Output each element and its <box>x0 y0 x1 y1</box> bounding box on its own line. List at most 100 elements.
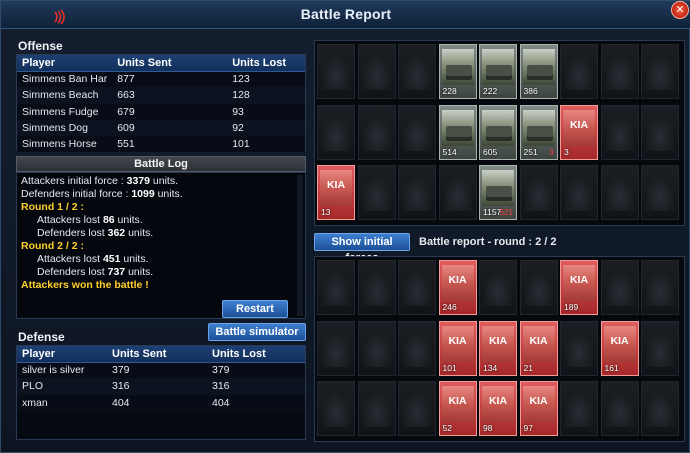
log-r1-defenders: Defenders lost 362 units. <box>37 227 154 239</box>
offense-cell-player: Simmens Dog <box>17 119 113 137</box>
defense-cell-player: xman <box>17 394 107 411</box>
unit-slot-kia[interactable]: KIA 52 <box>438 381 477 436</box>
unit-slot-empty <box>357 104 396 160</box>
defense-cell-player: PLO <box>17 378 107 395</box>
unit-slot[interactable]: 222 <box>479 44 517 99</box>
unit-slot[interactable]: 251 3 <box>519 104 558 160</box>
unit-slot-empty <box>357 165 396 220</box>
offense-col-player: Player <box>17 55 113 72</box>
soldier-silhouette-icon <box>646 176 674 211</box>
log-attackers-initial: Attackers initial force : 3379 units. <box>21 175 178 187</box>
unit-slot-empty <box>357 260 396 315</box>
unit-slot-empty <box>560 320 598 376</box>
unit-slot-kia[interactable]: KIA 134 <box>479 320 517 376</box>
offense-row: Simmens Fudge 679 93 <box>17 103 305 120</box>
unit-slot-empty <box>600 44 639 99</box>
unit-slot[interactable]: 386 <box>519 44 558 99</box>
unit-slot-empty <box>600 381 639 436</box>
log-r2-defenders: Defenders lost 737 units. <box>37 266 154 278</box>
unit-slot-empty <box>317 104 355 160</box>
unit-count: 222 <box>483 86 498 96</box>
defense-cell-player: silver is silver <box>17 362 107 379</box>
unit-slot-kia[interactable]: KIA 101 <box>438 320 477 376</box>
unit-slot-kia[interactable]: KIA 97 <box>519 381 558 436</box>
unit-slot-kia[interactable]: KIA 13 <box>317 165 355 220</box>
soldier-silhouette-icon <box>646 271 674 306</box>
unit-slot-empty <box>641 104 679 160</box>
soldier-silhouette-icon <box>362 392 391 427</box>
unit-slot-empty <box>317 44 355 99</box>
defense-cell-units-lost: 404 <box>207 394 305 411</box>
soldier-silhouette-icon <box>646 331 674 367</box>
unit-count: 98 <box>483 423 493 433</box>
window-title: Battle Report <box>300 6 392 22</box>
soldier-silhouette-icon <box>605 176 634 211</box>
offense-row: Simmens Horse 551 101 <box>17 136 305 153</box>
unit-slot-empty <box>641 320 679 376</box>
unit-count: 52 <box>442 423 452 433</box>
unit-slot-empty <box>641 44 679 99</box>
defense-col-sent: Units Sent <box>107 346 207 363</box>
unit-slot-empty <box>641 381 679 436</box>
offense-cell-player: Simmens Horse <box>17 136 113 153</box>
battle-simulator-button[interactable]: Battle simulator <box>208 323 306 341</box>
unit-slot-empty <box>560 165 598 220</box>
unit-slot-empty <box>560 381 598 436</box>
battle-log-header: Battle Log <box>16 156 306 172</box>
restart-button[interactable]: Restart <box>222 300 288 318</box>
log-r2-attackers: Attackers lost 451 units. <box>37 253 149 265</box>
soldier-silhouette-icon <box>605 392 634 427</box>
unit-count: 386 <box>523 86 538 96</box>
unit-slot-empty <box>317 320 355 376</box>
tank-icon <box>526 65 553 76</box>
unit-count: 97 <box>523 423 533 433</box>
unit-lost-count: 521 <box>499 208 513 217</box>
offense-cell-units-lost: 128 <box>227 87 305 104</box>
log-round-2: Round 2 / 2 : <box>21 240 84 252</box>
unit-count: 251 <box>523 146 538 157</box>
attacker-unit-grid: 228 222 386 514 605 251 3 KIA 3 KIA 13 1157 521 <box>314 40 685 226</box>
soldier-silhouette-icon <box>443 176 472 211</box>
round-label: Battle report - round : 2 / 2 <box>419 236 557 248</box>
offense-col-lost: Units Lost <box>227 55 305 72</box>
soldier-silhouette-icon <box>565 176 593 211</box>
unit-count: 21 <box>523 362 533 373</box>
kia-label: KIA <box>610 334 629 347</box>
offense-cell-player: Simmens Ban Har <box>17 71 113 88</box>
unit-slot[interactable]: 228 <box>438 44 477 99</box>
unit-slot[interactable]: 514 <box>438 104 477 160</box>
kia-label: KIA <box>569 118 589 131</box>
close-button[interactable]: ✕ <box>671 1 689 19</box>
defense-title: Defense <box>18 330 65 344</box>
kia-label: KIA <box>569 274 589 286</box>
unit-slot-kia[interactable]: KIA 161 <box>600 320 639 376</box>
soldier-silhouette-icon <box>403 176 431 211</box>
defense-row: silver is silver 379 379 <box>17 362 305 379</box>
show-initial-forces-button[interactable]: Show initial forces <box>314 233 410 264</box>
unit-count: 13 <box>321 207 331 217</box>
soldier-silhouette-icon <box>605 271 634 306</box>
tank-icon <box>445 125 472 137</box>
kia-label: KIA <box>488 395 508 407</box>
unit-slot-kia[interactable]: KIA 189 <box>560 260 598 315</box>
soldier-silhouette-icon <box>403 392 431 427</box>
unit-slot-kia[interactable]: KIA 98 <box>479 381 517 436</box>
unit-slot-empty <box>398 320 436 376</box>
offense-cell-units-sent: 609 <box>112 119 228 137</box>
offense-row: Simmens Dog 609 92 <box>17 119 305 137</box>
title-bar: Battle Report ✕ <box>1 1 690 29</box>
unit-slot-kia[interactable]: KIA 246 <box>438 260 477 315</box>
defense-col-lost: Units Lost <box>207 346 305 363</box>
unit-count: 228 <box>442 86 457 96</box>
defense-col-player: Player <box>17 346 107 363</box>
unit-slot-kia[interactable]: KIA 21 <box>519 320 558 376</box>
battle-log-scrollbar[interactable] <box>297 175 303 316</box>
unit-slot-kia[interactable]: KIA 3 <box>560 104 598 160</box>
unit-slot[interactable]: 1157 521 <box>479 165 517 220</box>
offense-cell-units-sent: 551 <box>112 136 228 153</box>
offense-cell-units-lost: 123 <box>227 71 305 88</box>
unit-slot-empty <box>600 165 639 220</box>
soldier-silhouette-icon <box>322 331 350 367</box>
offense-cell-units-lost: 101 <box>227 136 305 153</box>
unit-slot[interactable]: 605 <box>479 104 517 160</box>
